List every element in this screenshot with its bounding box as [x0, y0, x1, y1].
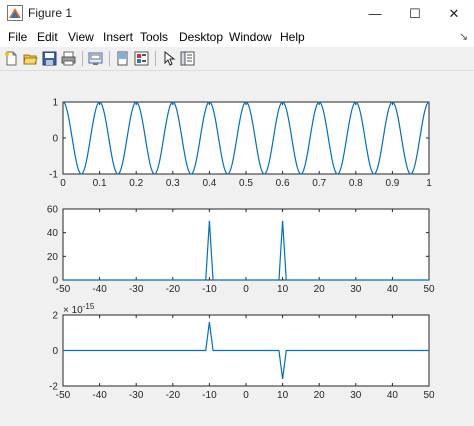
x-tick-label: 20	[314, 284, 326, 295]
x-tick-label: 50	[423, 390, 435, 401]
print-icon[interactable]	[60, 50, 77, 67]
menu-view[interactable]: View	[68, 30, 94, 44]
plot-canvas[interactable]: -101 0 0.1 0.2 0.3 0.4 0.5 0.6 0.7 0.8 0.9 1 02040…	[0, 72, 474, 426]
x-tick-label: -30	[129, 390, 144, 401]
new-figure-icon[interactable]	[3, 50, 20, 67]
axes-1-box	[62, 101, 430, 175]
x-tick-label: 10	[277, 390, 289, 401]
menu-file[interactable]: File	[8, 30, 27, 44]
y-tick-label: 20	[47, 252, 59, 263]
x-tick-label: 0	[60, 178, 66, 189]
x-tick-label: 0.2	[129, 178, 143, 189]
x-tick-label: 0	[243, 390, 249, 401]
maximize-button[interactable]: ☐	[395, 0, 435, 27]
title-bar: Figure 1 — ☐ ✕	[0, 0, 474, 27]
x-tick-label: 0.1	[93, 178, 107, 189]
toolbar-separator	[82, 51, 83, 66]
menu-help[interactable]: Help	[280, 30, 305, 44]
x-tick-label: 50	[423, 284, 435, 295]
x-tick-label: 0.4	[202, 178, 216, 189]
x-tick-label: 40	[387, 284, 399, 295]
menu-desktop[interactable]: Desktop	[179, 30, 223, 44]
x-tick-label: 30	[350, 390, 362, 401]
x-tick-label: 10	[277, 284, 289, 295]
x-tick-label: 0.6	[276, 178, 290, 189]
x-tick-label: 0.9	[385, 178, 399, 189]
menu-window[interactable]: Window	[229, 30, 272, 44]
save-icon[interactable]	[41, 50, 58, 67]
insert-colorbar-icon[interactable]	[133, 50, 150, 67]
y-tick-label: 60	[47, 205, 59, 216]
axes-2[interactable]: 0204060 -50 -40 -30 -20 -10 0 10 20 30 40 50	[47, 205, 435, 296]
toolbar-separator	[155, 51, 156, 66]
x-tick-label: -20	[166, 390, 181, 401]
axes-2-box	[62, 208, 430, 281]
y-tick-label: 0	[52, 346, 58, 357]
x-tick-label: -50	[56, 284, 71, 295]
minimize-button[interactable]: —	[355, 0, 395, 27]
window-title: Figure 1	[28, 6, 73, 20]
x-tick-label: 1	[426, 178, 432, 189]
axes-3-exponent-label: × 10-15	[63, 302, 95, 316]
x-tick-label: -20	[166, 284, 181, 295]
x-tick-label: -40	[92, 390, 107, 401]
menu-edit[interactable]: Edit	[37, 30, 58, 44]
x-tick-label: 0.3	[166, 178, 180, 189]
x-tick-label: -40	[92, 284, 107, 295]
toolbar	[0, 47, 474, 71]
x-tick-label: -50	[56, 390, 71, 401]
dock-arrow-icon[interactable]: ↘	[459, 30, 468, 43]
axes-1[interactable]: -101 0 0.1 0.2 0.3 0.4 0.5 0.6 0.7 0.8 0.9 1	[49, 98, 432, 190]
x-tick-label: 40	[387, 390, 399, 401]
pointer-icon[interactable]	[160, 50, 177, 67]
toolbar-separator	[109, 51, 110, 66]
y-tick-label: 0	[52, 134, 58, 145]
x-tick-label: 0.5	[239, 178, 253, 189]
x-tick-label: 0.8	[349, 178, 363, 189]
dock-icon[interactable]	[114, 50, 131, 67]
y-tick-label: -1	[49, 170, 58, 181]
y-tick-label: 1	[52, 98, 58, 109]
matlab-app-icon	[7, 5, 23, 21]
menu-bar: File Edit View Insert Tools Desktop Wind…	[0, 27, 474, 47]
axes-3[interactable]: -202 -50 -40 -30 -20 -10 0 10 20 30 40 50 × 10-15	[49, 302, 435, 401]
close-button[interactable]: ✕	[434, 0, 474, 27]
menu-insert[interactable]: Insert	[103, 30, 133, 44]
x-tick-label: -10	[202, 390, 217, 401]
print-preview-icon[interactable]	[87, 50, 104, 67]
x-tick-label: 0.7	[312, 178, 326, 189]
y-tick-label: 40	[47, 228, 59, 239]
y-tick-label: 2	[52, 311, 58, 322]
x-tick-label: 0	[243, 284, 249, 295]
open-file-icon[interactable]	[22, 50, 39, 67]
property-inspector-icon[interactable]	[179, 50, 196, 67]
x-tick-label: 30	[350, 284, 362, 295]
x-tick-label: -30	[129, 284, 144, 295]
x-tick-label: 20	[314, 390, 326, 401]
x-tick-label: -10	[202, 284, 217, 295]
menu-tools[interactable]: Tools	[140, 30, 168, 44]
